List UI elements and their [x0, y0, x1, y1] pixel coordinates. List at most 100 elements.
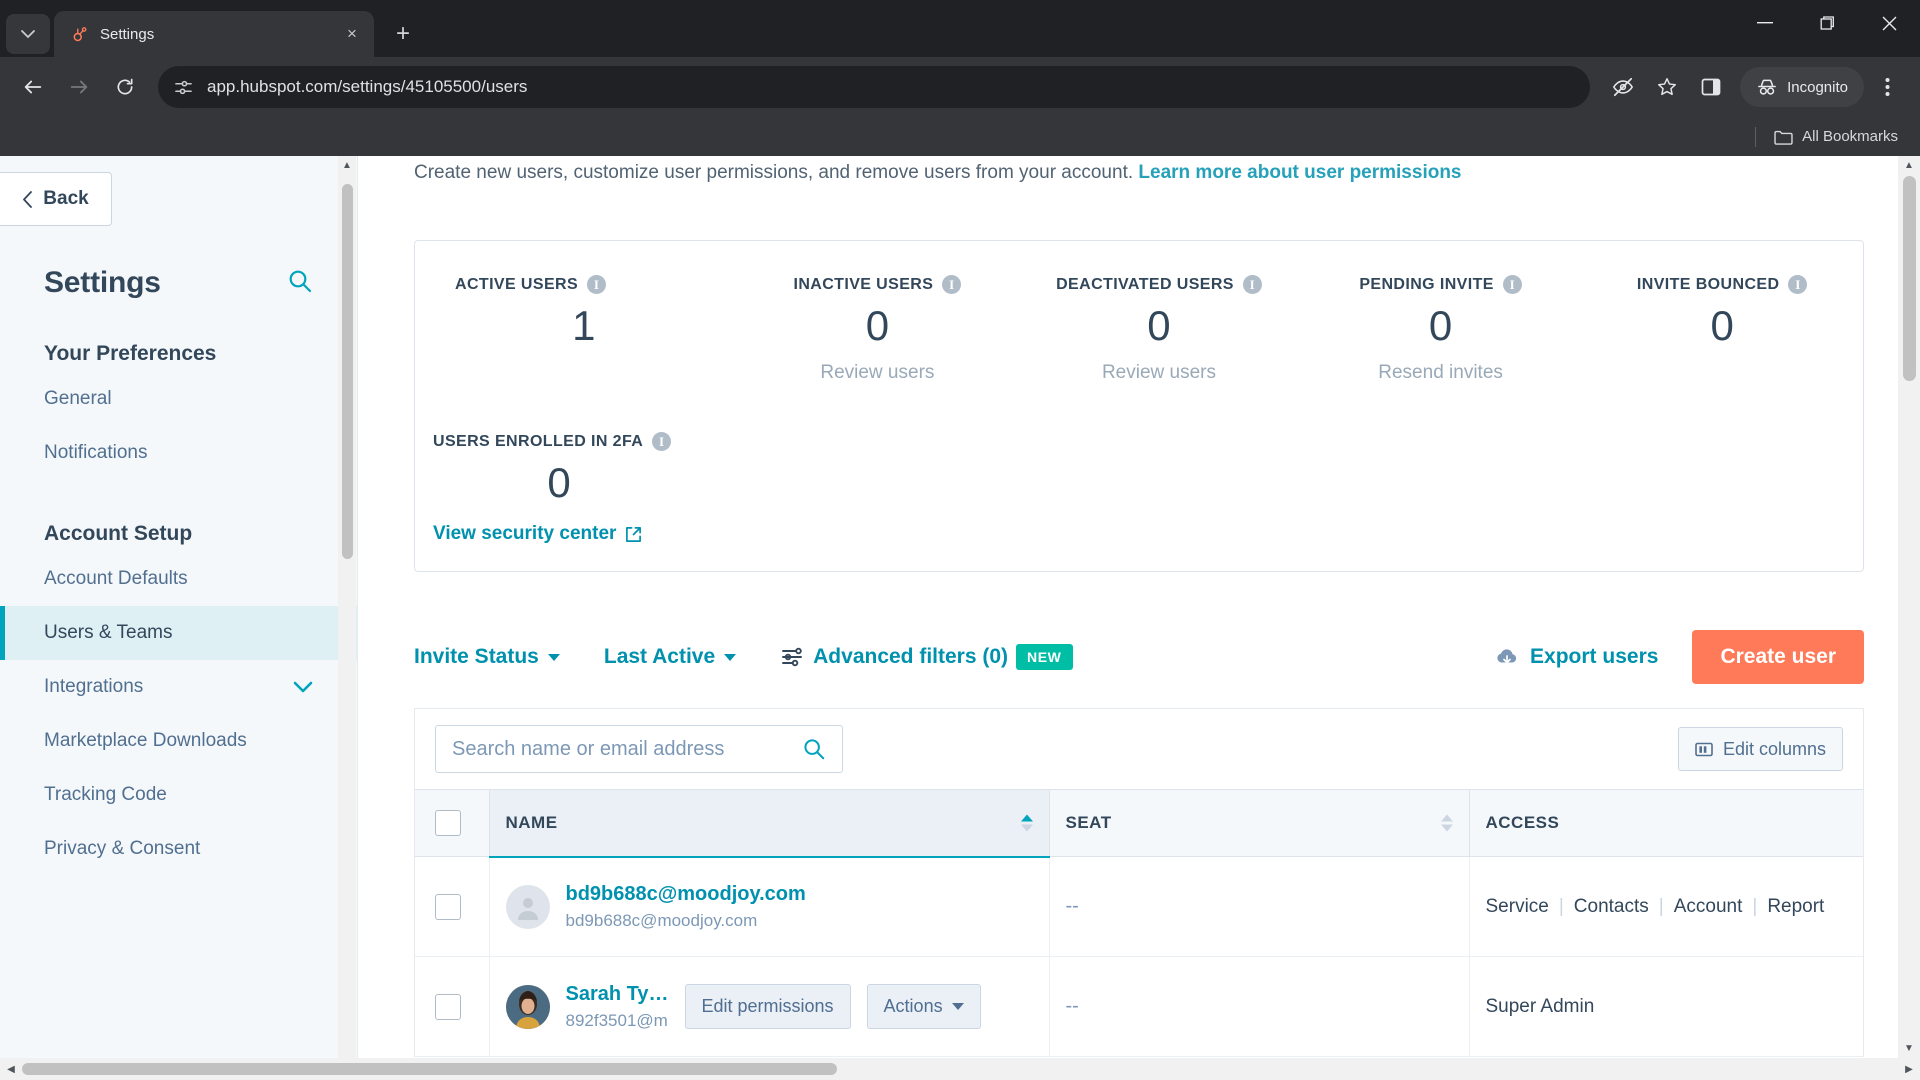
- sidebar-group-heading: Account Setup: [44, 522, 193, 545]
- address-bar[interactable]: app.hubspot.com/settings/45105500/users: [158, 66, 1591, 108]
- advanced-filters-label: Advanced filters (0): [813, 645, 1009, 669]
- sidebar-item-users-and-teams[interactable]: Users & Teams: [0, 606, 357, 660]
- three-dot-menu-icon[interactable]: [1866, 66, 1908, 108]
- table-row[interactable]: Sarah Ty… 892f3501@m Edit permissions Ac…: [415, 956, 1863, 1058]
- edit-columns-button[interactable]: Edit columns: [1677, 727, 1843, 772]
- view-security-center-link[interactable]: View security center: [433, 523, 642, 545]
- sidebar-scrollbar[interactable]: ▲ ▼: [338, 156, 356, 1080]
- sidebar-item-general[interactable]: General: [0, 372, 357, 426]
- sort-ascending-icon[interactable]: [1440, 814, 1453, 822]
- sort-descending-icon[interactable]: [1440, 824, 1453, 832]
- scroll-right-arrow-icon[interactable]: ▶: [1898, 1064, 1920, 1075]
- user-stats-card: Active users i 1 Inactive users i 0 Rev: [414, 240, 1864, 573]
- row-seat-cell: --: [1049, 956, 1470, 1058]
- forward-arrow-icon[interactable]: [58, 66, 100, 108]
- sort-arrows[interactable]: [1440, 814, 1453, 832]
- window-horizontal-scrollbar[interactable]: ◀ ▶: [0, 1058, 1920, 1080]
- access-divider: |: [1558, 895, 1564, 917]
- sidebar-item-privacy-and-consent[interactable]: Privacy & Consent: [0, 822, 357, 876]
- export-users-label: Export users: [1530, 645, 1659, 669]
- user-name-link[interactable]: bd9b688c@moodjoy.com: [566, 883, 806, 906]
- page-info-icon[interactable]: [174, 78, 193, 97]
- search-icon[interactable]: [287, 268, 313, 299]
- column-header-name[interactable]: NAME: [489, 789, 1050, 858]
- scroll-up-arrow-icon[interactable]: ▲: [342, 156, 352, 175]
- sort-ascending-icon[interactable]: [1020, 814, 1033, 822]
- create-user-button[interactable]: Create user: [1692, 630, 1864, 685]
- back-arrow-icon[interactable]: [12, 66, 54, 108]
- page-vertical-scrollbar[interactable]: ▲ ▼: [1898, 156, 1920, 1058]
- scroll-down-arrow-icon[interactable]: ▼: [1904, 1039, 1914, 1058]
- scroll-left-arrow-icon[interactable]: ◀: [0, 1064, 22, 1075]
- stat-link-review-users[interactable]: Review users: [1102, 362, 1216, 384]
- scrollbar-thumb[interactable]: [22, 1063, 837, 1075]
- search-icon[interactable]: [802, 737, 826, 761]
- scrollbar-thumb[interactable]: [1902, 176, 1916, 381]
- all-bookmarks-button[interactable]: All Bookmarks: [1766, 124, 1906, 149]
- stat-label: Deactivated users: [1056, 275, 1234, 293]
- table-toolbar: Edit columns: [415, 709, 1863, 790]
- info-icon[interactable]: i: [587, 275, 607, 294]
- user-name-link[interactable]: Sarah Ty…: [566, 983, 669, 1006]
- stat-label: Invite bounced: [1636, 275, 1780, 293]
- tab-search-button[interactable]: [6, 14, 50, 54]
- sidebar-item-notifications[interactable]: Notifications: [0, 426, 357, 480]
- maximize-icon[interactable]: [1796, 0, 1858, 46]
- users-table: NAME SEAT ACCESS bd9b688c@moodjoy.com bd…: [415, 789, 1863, 1058]
- sidebar-item-label: General: [44, 388, 112, 409]
- minimize-icon[interactable]: [1734, 0, 1796, 46]
- edit-permissions-button[interactable]: Edit permissions: [684, 984, 851, 1030]
- sidebar-item-label: Account Defaults: [44, 568, 188, 589]
- chevron-left-icon: [22, 190, 33, 208]
- select-all-checkbox[interactable]: [435, 810, 461, 837]
- row-checkbox[interactable]: [435, 893, 461, 920]
- info-icon[interactable]: i: [1788, 275, 1808, 294]
- edit-columns-label: Edit columns: [1722, 738, 1826, 759]
- close-window-icon[interactable]: [1858, 0, 1920, 46]
- address-bar-url: app.hubspot.com/settings/45105500/users: [207, 77, 528, 96]
- back-button[interactable]: Back: [0, 172, 112, 226]
- reload-icon[interactable]: [104, 66, 146, 108]
- column-header-access[interactable]: ACCESS: [1469, 789, 1863, 858]
- column-header-label: SEAT: [1065, 813, 1112, 833]
- sidebar-item-integrations[interactable]: Integrations: [0, 660, 357, 714]
- filter-invite-status[interactable]: Invite Status: [414, 645, 560, 669]
- export-users-button[interactable]: Export users: [1495, 645, 1658, 669]
- search-input[interactable]: [452, 737, 792, 761]
- search-users-box[interactable]: [435, 725, 843, 774]
- row-checkbox[interactable]: [435, 993, 461, 1020]
- info-icon[interactable]: i: [1242, 275, 1262, 294]
- sidebar-item-account-defaults[interactable]: Account Defaults: [0, 552, 357, 606]
- sidebar-item-marketplace-downloads[interactable]: Marketplace Downloads: [0, 714, 357, 768]
- table-row[interactable]: bd9b688c@moodjoy.com bd9b688c@moodjoy.co…: [415, 856, 1863, 958]
- info-icon[interactable]: i: [652, 432, 672, 452]
- sort-arrows[interactable]: [1020, 814, 1033, 832]
- row-actions-button[interactable]: Actions: [866, 984, 981, 1030]
- seat-value: --: [1065, 995, 1079, 1018]
- sort-descending-icon[interactable]: [1020, 824, 1033, 832]
- info-icon[interactable]: i: [1502, 275, 1522, 294]
- column-header-seat[interactable]: SEAT: [1049, 789, 1470, 858]
- page-description-text: Create new users, customize user permiss…: [414, 162, 1134, 183]
- sidebar-item-tracking-code[interactable]: Tracking Code: [0, 768, 357, 822]
- row-select-cell: [415, 856, 490, 958]
- browser-tab[interactable]: Settings ×: [54, 11, 374, 57]
- new-tab-button[interactable]: +: [386, 17, 420, 51]
- learn-more-link[interactable]: Learn more about user permissions: [1138, 162, 1461, 183]
- column-header-label: ACCESS: [1485, 813, 1560, 833]
- sidebar-group-your-preferences: Your Preferences General Notifications: [0, 342, 357, 480]
- stat-label-wrap: Deactivated users i: [1056, 275, 1262, 294]
- filter-last-active[interactable]: Last Active: [604, 645, 737, 669]
- info-icon[interactable]: i: [942, 275, 962, 294]
- stat-link-resend-invites[interactable]: Resend invites: [1378, 362, 1503, 384]
- tracking-protection-icon[interactable]: [1602, 66, 1644, 108]
- chevron-down-icon[interactable]: [293, 681, 313, 693]
- advanced-filters-button[interactable]: Advanced filters (0): [780, 645, 1008, 669]
- incognito-profile-button[interactable]: Incognito: [1740, 67, 1864, 107]
- stat-link-review-users[interactable]: Review users: [820, 362, 934, 384]
- scroll-up-arrow-icon[interactable]: ▲: [1904, 156, 1914, 175]
- scrollbar-thumb[interactable]: [341, 184, 353, 559]
- side-panel-icon[interactable]: [1690, 66, 1732, 108]
- star-icon[interactable]: [1646, 66, 1688, 108]
- close-tab-icon[interactable]: ×: [340, 22, 364, 46]
